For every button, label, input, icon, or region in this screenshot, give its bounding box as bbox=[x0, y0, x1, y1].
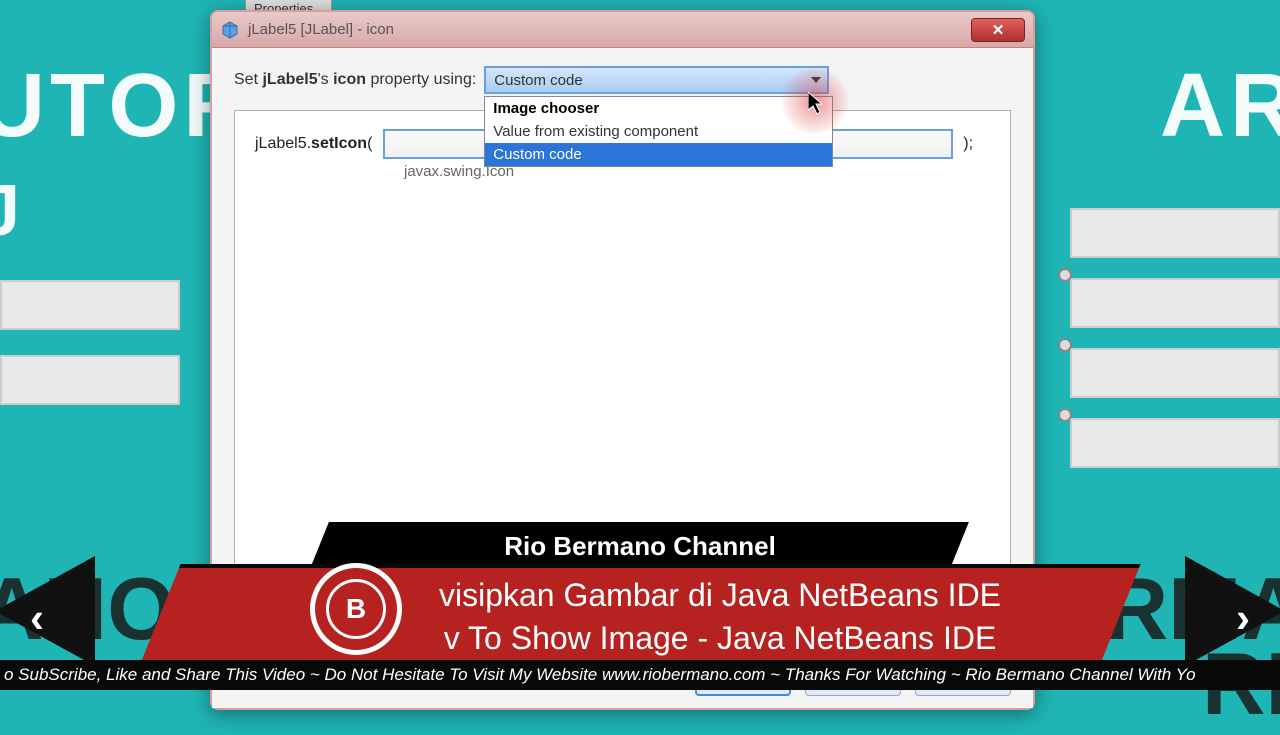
channel-logo: B bbox=[310, 563, 402, 655]
combo-option-image-chooser[interactable]: Image chooser bbox=[485, 97, 832, 120]
bg-rect bbox=[1070, 348, 1280, 398]
dialog-title: jLabel5 [JLabel] - icon bbox=[248, 21, 394, 38]
bg-rect bbox=[1070, 418, 1280, 468]
chevron-left-icon: ‹ bbox=[30, 594, 44, 642]
close-icon: ✕ bbox=[992, 21, 1005, 39]
logo-letter: B bbox=[326, 579, 386, 639]
ticker-text: o SubScribe, Like and Share This Video ~… bbox=[0, 660, 1280, 690]
bg-rect bbox=[0, 355, 180, 405]
combo-value: Custom code bbox=[494, 72, 582, 89]
property-using-row: Set jLabel5's icon property using: Custo… bbox=[234, 66, 1011, 94]
banner-arrow-left bbox=[0, 556, 95, 666]
bg-text-right: AR bbox=[1160, 55, 1280, 158]
code-prefix: jLabel5.setIcon( bbox=[255, 135, 377, 153]
set-label: Set jLabel5's icon property using: bbox=[234, 71, 476, 89]
combo-option-custom-code[interactable]: Custom code bbox=[485, 143, 832, 166]
bg-rect bbox=[0, 280, 180, 330]
property-mode-combobox[interactable]: Custom code Image chooser Value from exi… bbox=[484, 66, 829, 94]
bg-rect bbox=[1070, 278, 1280, 328]
chevron-down-icon bbox=[811, 77, 821, 83]
bg-text-mid: J bbox=[0, 170, 25, 252]
netbeans-cube-icon bbox=[220, 20, 240, 40]
bg-circle bbox=[1058, 408, 1072, 422]
banner-arrow-right bbox=[1185, 556, 1280, 666]
channel-name: Rio Bermano Channel bbox=[0, 531, 1280, 562]
bg-rect bbox=[1070, 208, 1280, 258]
combo-dropdown: Image chooser Value from existing compon… bbox=[484, 96, 833, 167]
close-button[interactable]: ✕ bbox=[971, 18, 1025, 42]
titlebar[interactable]: jLabel5 [JLabel] - icon ✕ bbox=[212, 12, 1033, 48]
combo-option-existing-component[interactable]: Value from existing component bbox=[485, 120, 832, 143]
chevron-right-icon: › bbox=[1236, 594, 1250, 642]
code-suffix: ); bbox=[959, 135, 973, 153]
bg-circle bbox=[1058, 268, 1072, 282]
banner-title: visipkan Gambar di Java NetBeans IDE v T… bbox=[300, 574, 1140, 660]
bg-circle bbox=[1058, 338, 1072, 352]
